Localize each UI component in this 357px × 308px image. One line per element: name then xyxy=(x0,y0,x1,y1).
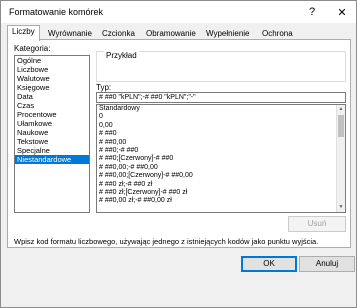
category-item[interactable]: Tekstowe xyxy=(15,137,89,146)
category-list[interactable]: Ogólne Liczbowe Walutowe Księgowe Data C… xyxy=(14,55,90,213)
format-hint-text: Wpisz kod formatu liczbowego, używając j… xyxy=(14,237,319,246)
title-bar: Formatowanie komórek ? ✕ xyxy=(1,1,356,23)
format-code-item[interactable]: # ##0,00;[Czerwony]-# ##0,00 xyxy=(97,172,345,180)
category-item[interactable]: Czas xyxy=(15,101,89,110)
format-code-item[interactable]: # ##0 zł;-# ##0 zł xyxy=(97,181,345,189)
dialog-title: Formatowanie komórek xyxy=(9,7,104,17)
category-item[interactable]: Specjalne xyxy=(15,146,89,155)
format-code-item[interactable]: # ##0,00;-# ##0,00 xyxy=(97,164,345,172)
category-label: Kategoria: xyxy=(14,44,51,53)
format-code-item[interactable]: # ##0;[Czerwony]-# ##0 xyxy=(97,155,345,163)
preview-group: Przykład xyxy=(96,51,346,82)
category-item[interactable]: Walutowe xyxy=(15,74,89,83)
format-code-item[interactable]: # ##0,00 zł;-# ##0,00 zł xyxy=(97,197,345,205)
format-code-item[interactable]: 0,00 xyxy=(97,122,345,130)
scroll-down-arrow-icon[interactable]: ▼ xyxy=(337,203,345,212)
type-label: Typ: xyxy=(96,83,112,92)
category-item[interactable]: Ułamkowe xyxy=(15,119,89,128)
numbers-panel: Kategoria: Ogólne Liczbowe Walutowe Księ… xyxy=(7,39,351,248)
format-code-item[interactable]: # ##0;-# ##0 xyxy=(97,147,345,155)
format-code-item[interactable]: # ##0,00 xyxy=(97,139,345,147)
category-item[interactable]: Księgowe xyxy=(15,83,89,92)
category-item[interactable]: Liczbowe xyxy=(15,65,89,74)
format-code-item[interactable]: # ##0 xyxy=(97,130,345,138)
scroll-thumb[interactable] xyxy=(338,115,344,137)
ok-button[interactable]: OK xyxy=(241,256,297,272)
delete-button[interactable]: Usuń xyxy=(288,216,346,232)
cancel-button[interactable]: Anuluj xyxy=(299,256,355,272)
scroll-up-arrow-icon[interactable]: ▲ xyxy=(337,105,345,114)
format-list-scrollbar[interactable]: ▲ ▼ xyxy=(336,105,345,212)
category-item[interactable]: Naukowe xyxy=(15,128,89,137)
format-code-item[interactable]: 0 xyxy=(97,113,345,121)
preview-label: Przykład xyxy=(104,51,139,60)
format-code-item[interactable]: Standardowy xyxy=(97,105,345,113)
tab-numbers[interactable]: Liczby xyxy=(7,25,40,41)
close-button[interactable]: ✕ xyxy=(329,1,355,23)
category-item[interactable]: Procentowe xyxy=(15,110,89,119)
format-code-item[interactable]: # ##0 zł;[Czerwony]-# ##0 zł xyxy=(97,189,345,197)
category-item[interactable]: Ogólne xyxy=(15,56,89,65)
format-cells-dialog: Formatowanie komórek ? ✕ Liczby Wyrównan… xyxy=(0,0,357,308)
category-item[interactable]: Data xyxy=(15,92,89,101)
type-input[interactable]: # ##0 "kPLN";-# ##0 "kPLN";"-" xyxy=(96,92,346,103)
category-item-selected[interactable]: Niestandardowe xyxy=(15,155,89,164)
tab-strip: Liczby Wyrównanie Czcionka Obramowanie W… xyxy=(7,25,351,41)
format-code-list[interactable]: Standardowy 0 0,00 # ##0 # ##0,00 # ##0;… xyxy=(96,104,346,213)
help-button[interactable]: ? xyxy=(299,1,325,23)
